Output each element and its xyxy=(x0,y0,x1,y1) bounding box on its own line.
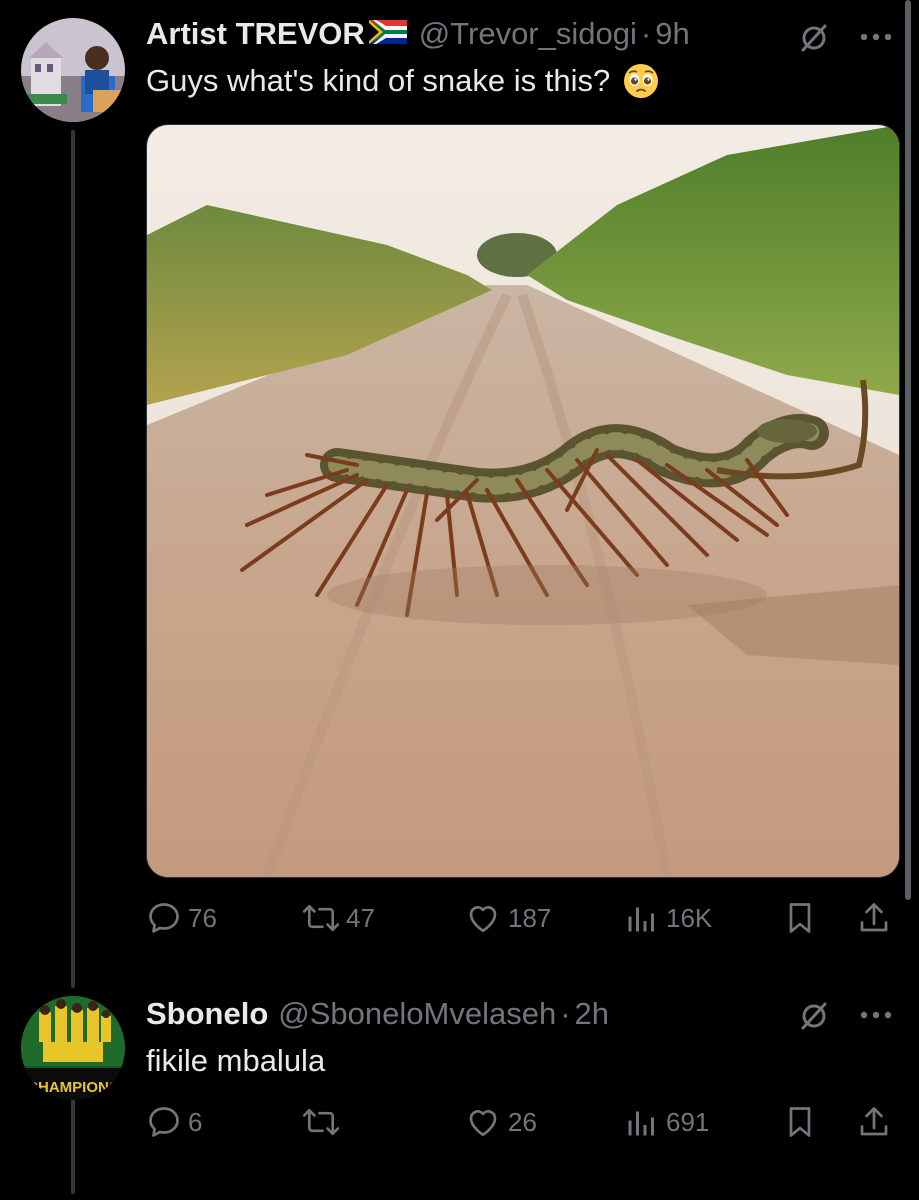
reply-grok-icon[interactable] xyxy=(796,998,832,1034)
heart-icon xyxy=(469,906,497,933)
tweet-header: Artist TREVOR @Trevor_sidogi · 9h xyxy=(146,16,690,52)
avatar-sbonelo[interactable]: CHAMPIONS xyxy=(21,996,125,1100)
bookmark-icon xyxy=(789,1107,811,1137)
views-count: 16K xyxy=(666,902,713,933)
tweet-text-content: Guys what's kind of snake is this? xyxy=(146,63,611,98)
reply-like-button[interactable]: 26 xyxy=(464,1100,537,1144)
reply-button[interactable]: 76 xyxy=(146,896,217,940)
reply-like-count: 26 xyxy=(508,1106,537,1137)
reply-display-name[interactable]: Sbonelo xyxy=(146,996,268,1032)
reply-reply-count: 6 xyxy=(188,1106,203,1137)
repost-count: 47 xyxy=(346,902,375,933)
reply-reply-button[interactable]: 6 xyxy=(146,1100,202,1144)
share-button[interactable] xyxy=(856,896,892,940)
share-icon xyxy=(860,903,888,932)
repost-icon xyxy=(302,1108,340,1136)
reply-actions: 6 26 691 xyxy=(146,1100,896,1144)
thread-line xyxy=(71,130,75,988)
reply-views-button[interactable]: 691 xyxy=(624,1100,709,1144)
handle[interactable]: @Trevor_sidogi xyxy=(419,16,637,52)
reply-icon xyxy=(149,903,179,933)
reply-timestamp[interactable]: 2h xyxy=(575,996,609,1032)
avatar-trevor-image xyxy=(21,18,125,122)
reply-more-options-icon[interactable] xyxy=(856,1000,896,1030)
like-count: 187 xyxy=(508,902,552,933)
repost-icon xyxy=(302,904,340,932)
pleading-face-emoji-icon xyxy=(622,62,660,100)
grok-icon[interactable] xyxy=(796,20,832,56)
south-africa-flag-icon xyxy=(368,20,407,44)
reply-count: 76 xyxy=(188,902,217,933)
scrollbar[interactable] xyxy=(905,0,911,900)
snake-centipede-photo-image xyxy=(147,125,899,877)
more-options-icon[interactable] xyxy=(856,22,896,52)
repost-button[interactable]: 47 xyxy=(302,896,375,940)
reply-handle[interactable]: @SboneloMvelaseh xyxy=(278,996,556,1032)
heart-icon xyxy=(469,1110,497,1137)
share-icon xyxy=(860,1107,888,1136)
views-chart-icon xyxy=(628,1111,654,1136)
reply-separator-dot: · xyxy=(560,996,571,1031)
avatar-trevor[interactable] xyxy=(21,18,125,122)
reply-text-content: fikile mbalula xyxy=(146,1043,326,1078)
reply-repost-button[interactable] xyxy=(302,1100,346,1144)
reply-views-count: 691 xyxy=(666,1106,710,1137)
views-button[interactable]: 16K xyxy=(624,896,712,940)
avatar-text: CHAMPIONS xyxy=(27,1079,119,1096)
display-name[interactable]: Artist TREVOR xyxy=(146,16,365,52)
bookmark-icon xyxy=(789,903,811,933)
reply-bookmark-button[interactable] xyxy=(782,1100,818,1144)
tweet-text: Guys what's kind of snake is this? xyxy=(146,62,660,100)
reply-header: Sbonelo @SboneloMvelaseh · 2h xyxy=(146,996,609,1032)
reply-icon xyxy=(149,1107,179,1137)
thread-line-reply xyxy=(71,1090,75,1194)
timestamp[interactable]: 9h xyxy=(655,16,689,52)
avatar-sbonelo-image: CHAMPIONS xyxy=(21,996,125,1100)
reply-share-button[interactable] xyxy=(856,1100,892,1144)
bookmark-button[interactable] xyxy=(782,896,818,940)
reply-text: fikile mbalula xyxy=(146,1042,325,1080)
views-chart-icon xyxy=(628,907,654,932)
tweet-media-photo[interactable] xyxy=(146,124,900,878)
tweet-actions: 76 47 187 16K xyxy=(146,896,896,940)
like-button[interactable]: 187 xyxy=(464,896,551,940)
separator-dot: · xyxy=(640,16,652,51)
